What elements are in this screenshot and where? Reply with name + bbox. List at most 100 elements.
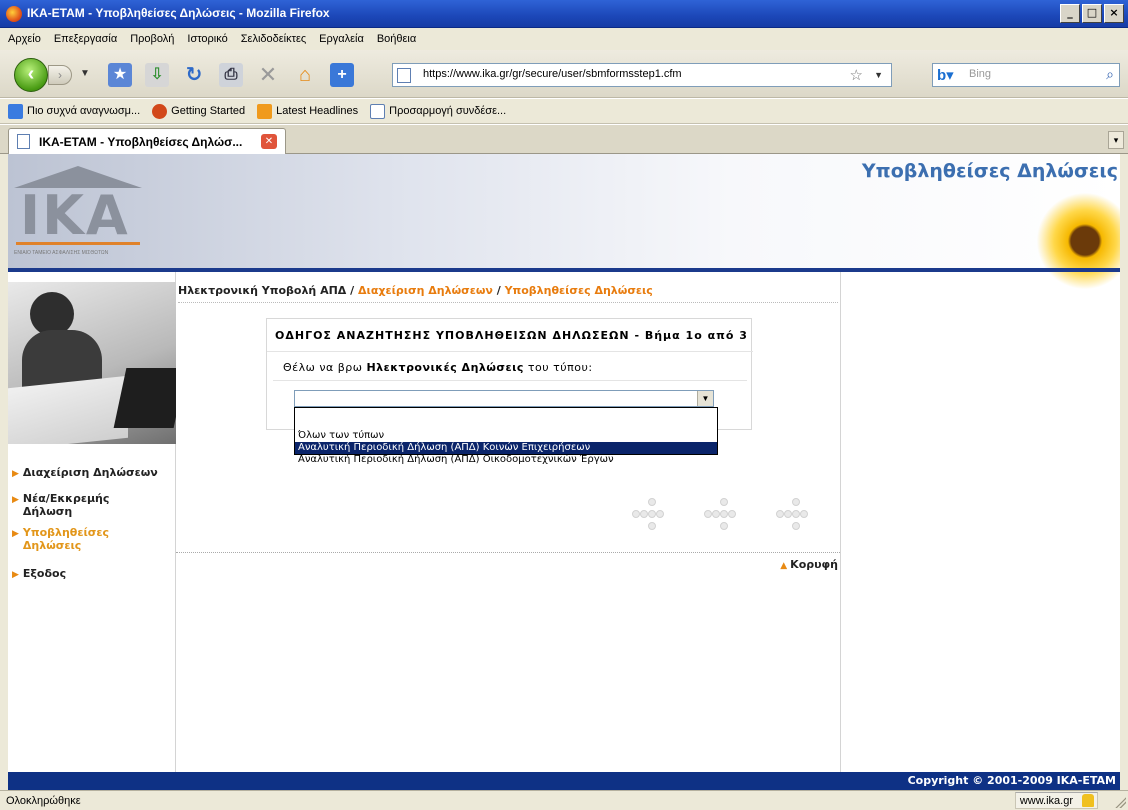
breadcrumb-manage[interactable]: Διαχείριση Δηλώσεων	[358, 284, 493, 297]
sidebar-item-label: Υποβληθείσες Δηλώσεις	[22, 526, 109, 552]
home-icon[interactable]: ⌂	[293, 63, 317, 87]
stop-icon[interactable]: ✕	[256, 63, 280, 87]
dot	[792, 498, 800, 506]
window-titlebar: IKA-ETAM - Υποβληθείσες Δηλώσεις - Mozil…	[0, 0, 1128, 28]
dot	[648, 510, 656, 518]
reload-icon[interactable]: ↻	[182, 63, 206, 87]
page-title: Υποβληθείσες Δηλώσεις	[861, 160, 1118, 182]
sidebar-item-manage-declarations[interactable]: ▶ Διαχείριση Δηλώσεων	[12, 466, 172, 479]
menu-edit[interactable]: Επεξεργασία	[54, 33, 117, 45]
site-page-icon	[397, 68, 411, 83]
minimize-button[interactable]: _	[1060, 4, 1080, 23]
option-apd-common[interactable]: Αναλυτική Περιοδική Δήλωση (ΑΠΔ) Κοινών …	[295, 442, 717, 454]
tab-page-icon	[17, 134, 30, 149]
dot	[712, 510, 720, 518]
tab-active[interactable]: IKA-ETAM - Υποβληθείσες Δηλώσ... ✕	[8, 128, 286, 154]
option-apd-construction[interactable]: Αναλυτική Περιοδική Δήλωση (ΑΠΔ) Οικοδομ…	[295, 454, 717, 466]
declaration-type-options: Όλων των τύπων Αναλυτική Περιοδική Δήλωσ…	[294, 407, 718, 465]
back-button[interactable]: ‹	[14, 58, 48, 92]
dot	[656, 510, 664, 518]
url-bar[interactable]: https://www.ika.gr/gr/secure/user/sbmfor…	[392, 63, 892, 87]
dot	[704, 510, 712, 518]
lock-icon[interactable]	[1082, 794, 1094, 807]
sidebar-item-exit[interactable]: ▶ Εξοδος	[12, 567, 172, 580]
site-header: IKA ΕΝΙΑΙΟ ΤΑΜΕΙΟ ΑΣΦΑΛΙΣΗΣ ΜΙΣΘΩΤΩΝ Υπο…	[8, 154, 1120, 296]
search-placeholder: Bing	[969, 68, 992, 80]
dot	[632, 510, 640, 518]
menu-view[interactable]: Προβολή	[130, 33, 174, 45]
dot	[648, 522, 656, 530]
search-icon[interactable]: ⌕	[1106, 66, 1114, 83]
wizard-question: Θέλω να βρω Ηλεκτρονικές Δηλώσεις του τύ…	[283, 361, 593, 374]
arrow-right-icon: ▶	[12, 469, 19, 479]
dot	[784, 510, 792, 518]
tab-list-dropdown-icon[interactable]: ▾	[1108, 131, 1124, 149]
question-prefix: Θέλω να βρω	[283, 361, 367, 374]
bookmark-getting-started[interactable]: Getting Started	[152, 103, 245, 119]
rss-icon	[257, 103, 273, 119]
bookmark-latest-headlines[interactable]: Latest Headlines	[257, 103, 359, 119]
maximize-button[interactable]: □	[1082, 4, 1102, 23]
forward-button[interactable]: ›	[48, 65, 72, 85]
bookmark-most-visited[interactable]: Πιο συχνά αναγνωσμ...	[8, 103, 141, 119]
office-worker-photo	[8, 282, 176, 444]
sidebar-item-new-pending[interactable]: ▶ Νέα/Εκκρεμής Δήλωση	[12, 492, 172, 518]
bookmark-customize-links[interactable]: Προσαρμογή συνδέσε...	[370, 103, 506, 119]
bookmark-label: Πιο συχνά αναγνωσμ...	[27, 105, 141, 117]
history-dropdown-icon[interactable]: ▼	[80, 68, 90, 79]
status-bar: Ολοκληρώθηκε www.ika.gr	[0, 790, 1128, 810]
back-to-top-label: Κορυφή	[790, 558, 838, 571]
dot	[720, 510, 728, 518]
menu-bar: Αρχείο Επεξεργασία Προβολή Ιστορικό Σελι…	[0, 28, 1128, 50]
arrow-right-icon: ▶	[12, 570, 19, 580]
option-all-types[interactable]: Όλων των τύπων	[295, 430, 717, 442]
bookmark-page-icon[interactable]: ★	[108, 63, 132, 87]
tab-close-icon[interactable]: ✕	[261, 134, 277, 149]
menu-file[interactable]: Αρχείο	[8, 33, 41, 45]
dot	[648, 498, 656, 506]
menu-bookmarks[interactable]: Σελιδοδείκτες	[241, 33, 306, 45]
question-bold: Ηλεκτρονικές Δηλώσεις	[366, 361, 524, 374]
photo-papers	[8, 375, 128, 444]
download-icon[interactable]: ⇩	[145, 63, 169, 87]
tab-title: IKA-ETAM - Υποβληθείσες Δηλώσ...	[39, 135, 243, 149]
resize-grip-icon[interactable]	[1114, 796, 1126, 808]
breadcrumb-home[interactable]: Ηλεκτρονική Υποβολή ΑΠΔ	[178, 284, 346, 297]
chevron-down-icon[interactable]: ▼	[697, 391, 713, 406]
star-icon	[8, 103, 23, 119]
bookmark-star-icon[interactable]: ☆	[850, 66, 863, 84]
bookmark-label: Latest Headlines	[276, 105, 359, 117]
breadcrumb-divider	[178, 302, 838, 303]
main-content: Ηλεκτρονική Υποβολή ΑΠΔ / Διαχείριση Δηλ…	[176, 272, 840, 790]
web-page: IKA ΕΝΙΑΙΟ ΤΑΜΕΙΟ ΑΣΦΑΛΙΣΗΣ ΜΙΣΘΩΤΩΝ Υπο…	[8, 154, 1120, 790]
breadcrumb-current[interactable]: Υποβληθείσες Δηλώσεις	[505, 284, 653, 297]
sidebar-item-submitted[interactable]: ▶ Υποβληθείσες Δηλώσεις	[12, 526, 172, 552]
menu-history[interactable]: Ιστορικό	[187, 33, 227, 45]
back-to-top-link[interactable]: ▲ Κορυφή	[780, 558, 838, 571]
firefox-icon	[152, 103, 168, 119]
wizard-divider	[273, 380, 747, 381]
url-text: https://www.ika.gr/gr/secure/user/sbmfor…	[423, 68, 682, 80]
wizard-divider	[267, 351, 753, 352]
sidebar-item-label: Διαχείριση Δηλώσεων	[22, 466, 158, 479]
bing-engine-icon[interactable]: b▾	[937, 66, 963, 84]
logo-tagline: ΕΝΙΑΙΟ ΤΑΜΕΙΟ ΑΣΦΑΛΙΣΗΣ ΜΙΣΘΩΤΩΝ	[14, 250, 109, 256]
dot	[640, 510, 648, 518]
wizard-title: ΟΔΗΓΟΣ ΑΝΑΖΗΤΗΣΗΣ ΥΠΟΒΛΗΘΕΙΣΩΝ ΔΗΛΩΣΕΩΝ …	[275, 329, 748, 342]
ika-logo[interactable]: IKA ΕΝΙΑΙΟ ΤΑΜΕΙΟ ΑΣΦΑΛΙΣΗΣ ΜΙΣΘΩΤΩΝ	[10, 162, 148, 262]
new-tab-icon[interactable]: +	[330, 63, 354, 87]
close-button[interactable]: ×	[1104, 4, 1124, 23]
declaration-type-select[interactable]: ▼	[294, 390, 714, 407]
dot	[720, 498, 728, 506]
window-frame-left	[0, 154, 8, 790]
tab-strip: IKA-ETAM - Υποβληθείσες Δηλώσ... ✕ ▾	[0, 125, 1128, 154]
print-icon[interactable]: ⎙	[219, 63, 243, 87]
arrow-right-icon: ▶	[12, 495, 19, 505]
firefox-icon	[6, 6, 22, 22]
menu-help[interactable]: Βοήθεια	[377, 33, 416, 45]
sidebar-item-label: Εξοδος	[22, 567, 67, 580]
search-bar[interactable]: b▾ Bing ⌕	[932, 63, 1120, 87]
bookmarks-toolbar: Πιο συχνά αναγνωσμ... Getting Started La…	[0, 99, 1128, 124]
url-history-dropdown-icon[interactable]: ▼	[874, 70, 883, 80]
menu-tools[interactable]: Εργαλεία	[319, 33, 364, 45]
